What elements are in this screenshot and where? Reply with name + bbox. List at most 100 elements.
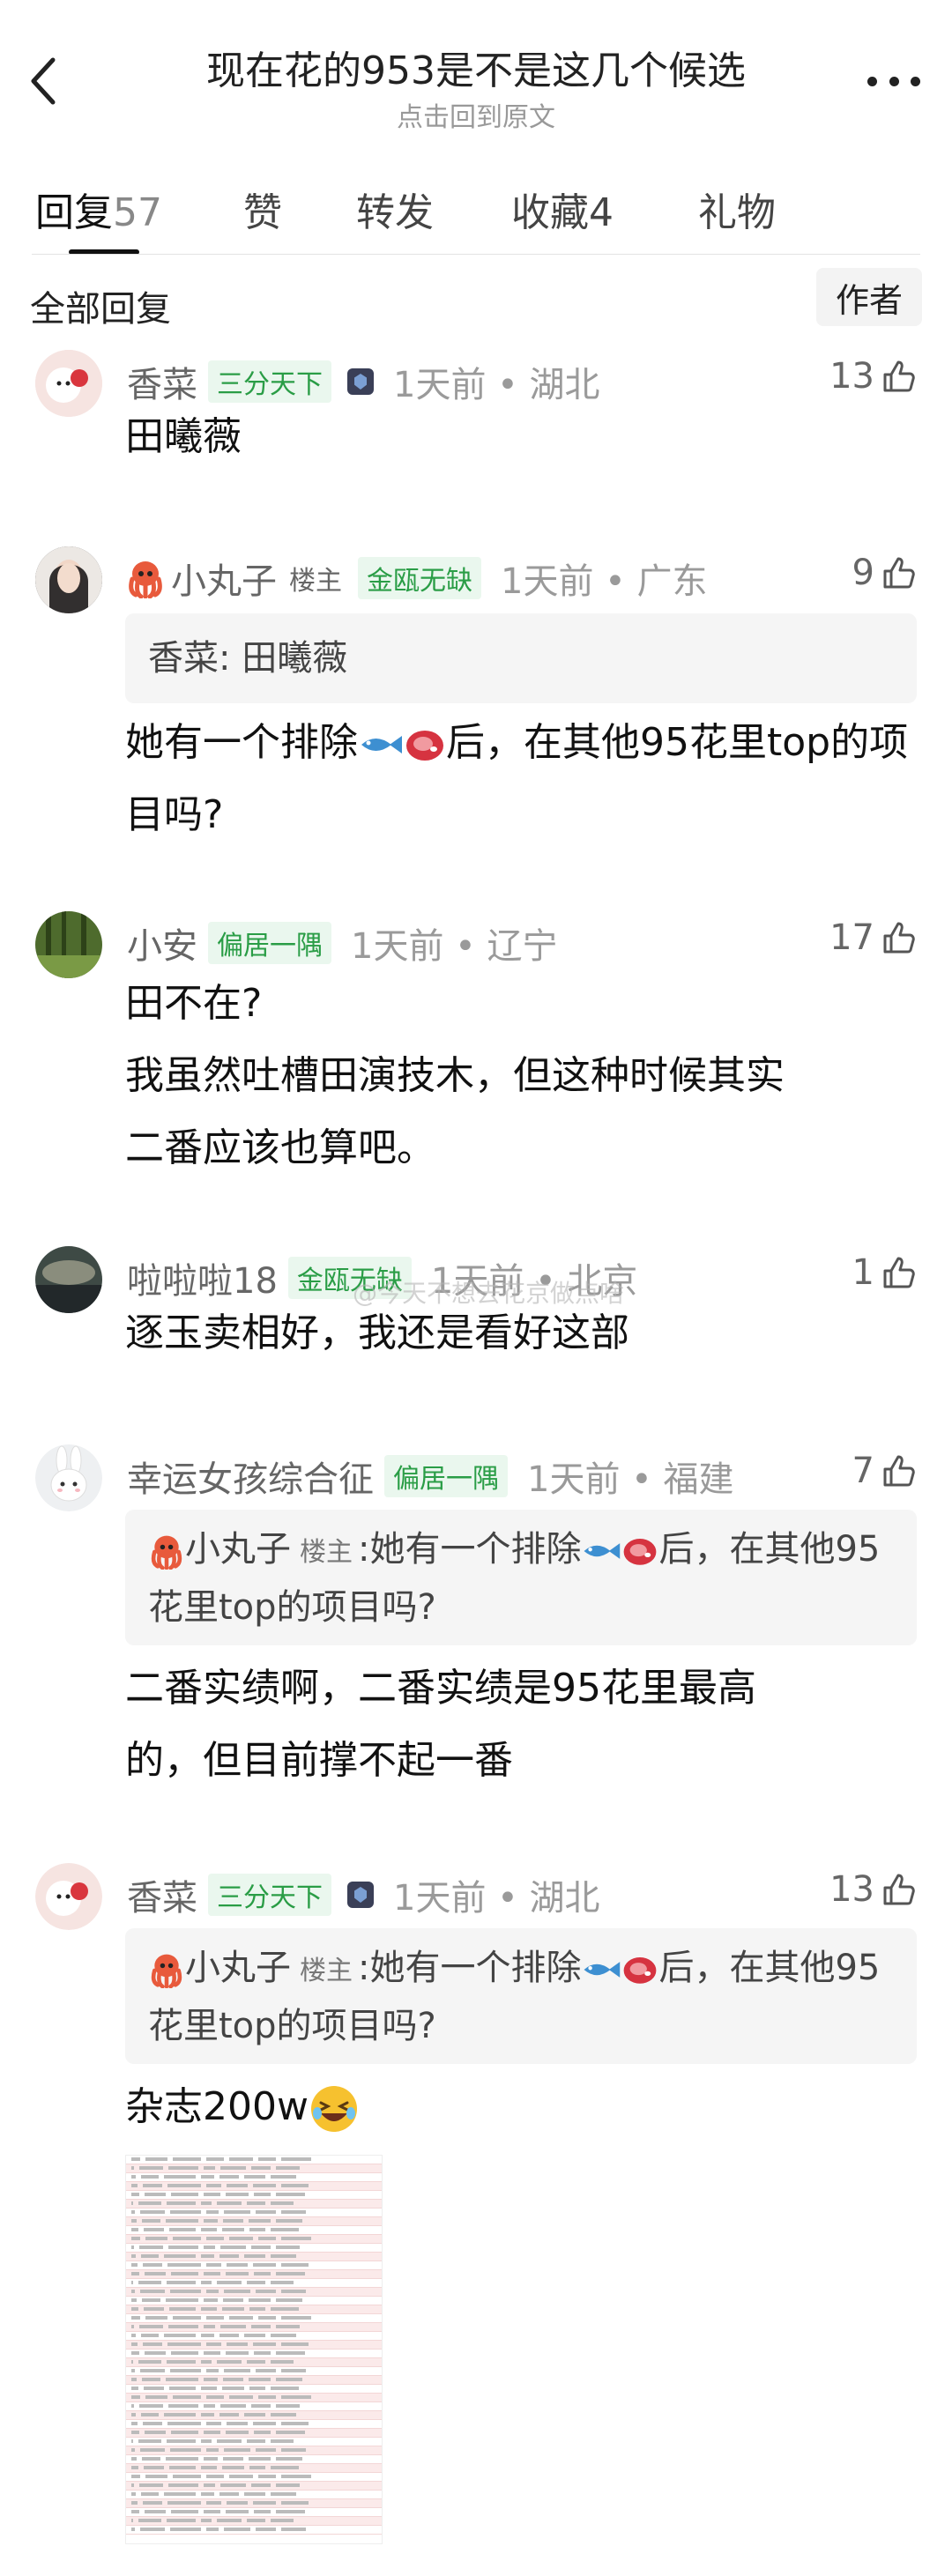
image-table-row <box>126 2438 382 2446</box>
tab-likes[interactable]: 赞 <box>243 181 282 237</box>
image-table-row <box>126 2226 382 2235</box>
image-table-row <box>126 2358 382 2367</box>
like-count: 7 <box>852 1451 874 1491</box>
tab-favorites[interactable]: 收藏4 <box>511 181 614 237</box>
avatar[interactable] <box>35 1246 102 1313</box>
like-button[interactable]: 13 <box>829 350 917 403</box>
image-table-row <box>126 2464 382 2473</box>
username[interactable]: 香菜 <box>127 1869 197 1920</box>
image-table-row <box>126 2376 382 2385</box>
tab-reposts[interactable]: 转发 <box>356 181 434 237</box>
image-table-row <box>126 2420 382 2429</box>
tab-gifts[interactable]: 礼物 <box>698 181 776 237</box>
like-count: 13 <box>829 356 874 397</box>
comment-text: 田曦薇 <box>125 414 242 459</box>
image-table-row <box>126 2367 382 2376</box>
like-count: 9 <box>852 553 874 593</box>
level-icon <box>347 1882 374 1908</box>
thumbs-up-icon <box>883 360 915 392</box>
page-title: 现在花的953是不是这几个候选 <box>206 48 746 93</box>
image-table-row <box>126 2526 382 2535</box>
op-tag: 楼主 <box>289 566 342 597</box>
username[interactable]: 啦啦啦18 <box>127 1252 278 1303</box>
username[interactable]: 香菜 <box>127 356 197 407</box>
watermark: @今天不想去花京做点啥 <box>353 1279 625 1308</box>
laughing-emoji-icon <box>310 2086 357 2132</box>
username[interactable]: 小丸子 <box>171 553 277 604</box>
fan-badge: 三分天下 <box>208 360 331 403</box>
like-button[interactable]: 1 <box>852 1246 917 1299</box>
quoted-reply[interactable]: 小丸子 楼主:她有一个排除 后，在其他95花里top的项目吗? <box>125 1510 917 1645</box>
avatar[interactable] <box>35 546 102 613</box>
image-table-row <box>126 2305 382 2314</box>
image-table-row <box>126 2164 382 2173</box>
image-table-row <box>126 2191 382 2200</box>
comment-text: 她有一个排除 后，在其他95花里top的项目吗? <box>125 720 909 837</box>
like-button[interactable]: 13 <box>829 1863 917 1916</box>
image-table-row <box>126 2482 382 2491</box>
tab-bar: 回复57 赞 转发 收藏4 礼物 <box>0 172 952 256</box>
image-table-row <box>126 2350 382 2358</box>
fan-badge: 偏居一隅 <box>384 1455 508 1497</box>
comment-time: 1天前 • 福建 <box>527 1459 734 1500</box>
avatar[interactable] <box>35 911 102 978</box>
image-table-row <box>126 2288 382 2297</box>
image-table-row <box>126 2491 382 2499</box>
like-count: 13 <box>829 1869 874 1910</box>
thumbs-up-icon <box>883 922 915 954</box>
image-table-row <box>126 2517 382 2526</box>
comment-meta: 小安 偏居一隅 1天前 • 辽宁 <box>127 917 557 969</box>
thumbs-up-icon <box>883 1455 915 1487</box>
image-table-row <box>126 2508 382 2517</box>
image-table-row <box>126 2385 382 2394</box>
thumbs-up-icon <box>883 1874 915 1905</box>
fish-emoji-icon <box>584 1543 621 1559</box>
comment-meta: 香菜 三分天下 1天前 • 湖北 <box>127 1868 599 1921</box>
image-table-row <box>126 2244 382 2253</box>
divider <box>32 254 920 255</box>
comment-text: 杂志200w <box>125 2071 917 2143</box>
fan-badge: 偏居一隅 <box>208 922 331 964</box>
image-table-row <box>126 2156 382 2164</box>
octopus-emoji-icon <box>151 1535 182 1570</box>
like-button[interactable]: 7 <box>852 1444 917 1497</box>
like-button[interactable]: 17 <box>829 911 917 964</box>
fish-emoji-icon <box>584 1962 621 1978</box>
image-table-row <box>126 2182 382 2191</box>
image-table-row <box>126 2332 382 2341</box>
fan-badge: 金瓯无缺 <box>358 557 481 599</box>
tab-replies[interactable]: 回复57 <box>35 181 162 237</box>
image-table-row <box>126 2314 382 2323</box>
comment-text: 二番实绩啊，二番实绩是95花里最高 的，但目前撑不起一番 <box>125 1666 756 1783</box>
quoted-reply[interactable]: 小丸子 楼主:她有一个排除 后，在其他95花里top的项目吗? <box>125 1928 917 2064</box>
more-options-icon[interactable] <box>867 72 920 90</box>
image-table-row <box>126 2279 382 2288</box>
image-table-row <box>126 2402 382 2411</box>
thumbs-up-icon <box>883 1257 915 1288</box>
octopus-emoji-icon <box>151 1954 182 1988</box>
like-count: 17 <box>829 917 874 958</box>
octopus-emoji-icon <box>129 561 162 598</box>
avatar[interactable] <box>35 1863 102 1930</box>
steak-emoji-icon <box>406 731 443 761</box>
comment-meta: 小丸子 楼主 金瓯无缺 1天前 • 广东 <box>125 552 707 605</box>
back-to-original-link[interactable]: 点击回到原文 <box>0 95 952 134</box>
level-icon <box>347 368 374 395</box>
quoted-reply[interactable]: 香菜: 田曦薇 <box>125 613 917 703</box>
attached-image[interactable] <box>125 2155 383 2544</box>
like-button[interactable]: 9 <box>852 546 917 599</box>
like-count: 1 <box>852 1252 874 1293</box>
top-bar: 现在花的953是不是这几个候选 点击回到原文 <box>0 0 952 141</box>
comment-meta: 香菜 三分天下 1天前 • 湖北 <box>127 355 599 408</box>
image-table-row <box>126 2253 382 2261</box>
avatar[interactable] <box>35 350 102 417</box>
fish-emoji-icon <box>361 736 402 753</box>
image-table-row <box>126 2209 382 2217</box>
image-table-row <box>126 2429 382 2438</box>
author-filter-button[interactable]: 作者 <box>816 268 922 326</box>
username[interactable]: 小安 <box>127 917 197 969</box>
username[interactable]: 幸运女孩综合征 <box>127 1451 374 1502</box>
avatar[interactable] <box>35 1444 102 1511</box>
image-table-row <box>126 2235 382 2244</box>
steak-emoji-icon <box>624 1539 657 1565</box>
